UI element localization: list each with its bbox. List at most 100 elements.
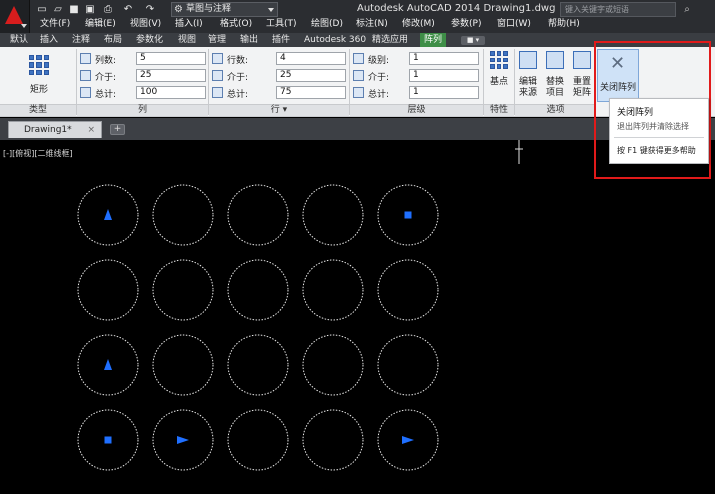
- menu-modify[interactable]: 修改(M): [402, 18, 435, 31]
- rectangular-array-button[interactable]: 矩形: [14, 53, 64, 101]
- column-spacing-icon: [80, 70, 91, 81]
- row-total-label: 总计:: [227, 90, 249, 100]
- panel-footer-options: 选项: [515, 104, 596, 116]
- rows-icon: [212, 53, 223, 64]
- column-total-row: 总计: 100: [80, 86, 206, 100]
- application-menu-button[interactable]: [0, 0, 30, 33]
- tab-array[interactable]: 阵列: [420, 33, 446, 47]
- reset-matrix-label-2: 矩阵: [572, 88, 591, 98]
- array-item-circle[interactable]: [152, 259, 214, 321]
- menu-bar: 文件(F) 编辑(E) 视图(V) 插入(I) 格式(O) 工具(T) 绘图(D…: [30, 17, 715, 33]
- tab-parametric[interactable]: 参数化: [134, 33, 165, 47]
- array-item-circle[interactable]: [302, 184, 364, 246]
- menu-parameters[interactable]: 参数(P): [451, 18, 481, 31]
- tab-annotate[interactable]: 注释: [70, 33, 92, 47]
- menu-format[interactable]: 格式(O): [220, 18, 252, 31]
- level-spacing-input[interactable]: 1: [409, 69, 479, 82]
- menu-help[interactable]: 帮助(H): [548, 18, 580, 31]
- close-icon[interactable]: ×: [87, 122, 95, 138]
- edit-source-label-1: 编辑: [518, 77, 537, 87]
- chevron-down-icon: [268, 8, 274, 12]
- array-item-circle[interactable]: [227, 259, 289, 321]
- array-item-circle[interactable]: [152, 184, 214, 246]
- tab-insert[interactable]: 插入: [38, 33, 60, 47]
- columns-input[interactable]: 5: [136, 52, 206, 65]
- column-total-icon: [80, 87, 91, 98]
- column-total-input[interactable]: 100: [136, 86, 206, 99]
- open-file-icon[interactable]: ▱: [52, 4, 64, 15]
- new-tab-icon[interactable]: +: [110, 124, 125, 135]
- menu-edit[interactable]: 编辑(E): [85, 18, 116, 31]
- edit-source-button[interactable]: 编辑 来源: [516, 51, 540, 101]
- levels-input[interactable]: 1: [409, 52, 479, 65]
- array-item-circle[interactable]: [227, 334, 289, 396]
- base-point-button[interactable]: 基点: [485, 51, 513, 101]
- menu-tools[interactable]: 工具(T): [266, 18, 297, 31]
- array-drawing: [77, 140, 523, 471]
- column-spacing-label: 介于:: [95, 73, 117, 83]
- array-item-circle[interactable]: [227, 409, 289, 471]
- row-total-input[interactable]: 75: [276, 86, 346, 99]
- square-marker: [404, 211, 412, 219]
- tab-featured-apps[interactable]: 精选应用: [370, 33, 410, 47]
- reset-matrix-button[interactable]: 重置 矩阵: [570, 51, 594, 101]
- array-item-circle[interactable]: [377, 259, 439, 321]
- columns-row: 列数: 5: [80, 52, 206, 66]
- row-spacing-icon: [212, 70, 223, 81]
- rectangular-array-icon: [29, 55, 49, 75]
- array-item-circle[interactable]: [302, 334, 364, 396]
- array-item-circle[interactable]: [77, 259, 139, 321]
- menu-view[interactable]: 视图(V): [130, 18, 161, 31]
- tab-autodesk-360[interactable]: Autodesk 360: [302, 33, 368, 47]
- replace-item-button[interactable]: 替换 项目: [543, 51, 567, 101]
- edit-source-label-2: 来源: [518, 88, 537, 98]
- save-as-icon[interactable]: ▣: [84, 4, 96, 15]
- triangle-right-marker: [177, 436, 189, 444]
- tooltip-divider: [614, 137, 704, 138]
- tab-layout[interactable]: 布局: [102, 33, 124, 47]
- level-total-input[interactable]: 1: [409, 86, 479, 99]
- save-icon[interactable]: ■: [68, 4, 80, 15]
- search-input[interactable]: 键入关键字或短语: [560, 2, 676, 17]
- tab-home[interactable]: 默认: [8, 33, 30, 47]
- tab-plugins[interactable]: 插件: [270, 33, 292, 47]
- menu-insert[interactable]: 插入(I): [175, 18, 203, 31]
- row-spacing-input[interactable]: 25: [276, 69, 346, 82]
- tab-view[interactable]: 视图: [176, 33, 198, 47]
- ucs-crosshair-icon: [515, 140, 523, 164]
- panel-footer-properties: 特性: [484, 104, 514, 116]
- rows-input[interactable]: 4: [276, 52, 346, 65]
- level-spacing-label: 介于:: [368, 73, 390, 83]
- array-item-circle[interactable]: [152, 334, 214, 396]
- panel-footer-rows[interactable]: 行 ▾: [209, 104, 349, 116]
- menu-window[interactable]: 窗口(W): [497, 18, 531, 31]
- levels-row: 级别: 1: [353, 52, 479, 66]
- rectangular-array-label: 矩形: [29, 85, 48, 95]
- drawing-canvas[interactable]: [-][俯视][二维线框]: [0, 140, 715, 494]
- tab-output[interactable]: 输出: [238, 33, 260, 47]
- ribbon-toggle-icon[interactable]: ■ ▾: [461, 36, 485, 45]
- workspace-label: 草图与注释: [186, 4, 232, 14]
- document-tab-drawing1[interactable]: Drawing1* ×: [8, 121, 102, 138]
- redo-icon[interactable]: ↷: [144, 4, 156, 15]
- new-file-icon[interactable]: ▭: [36, 4, 48, 15]
- menu-dimension[interactable]: 标注(N): [356, 18, 388, 31]
- row-total-icon: [212, 87, 223, 98]
- tab-manage[interactable]: 管理: [206, 33, 228, 47]
- menu-draw[interactable]: 绘图(D): [311, 18, 343, 31]
- base-point-icon: [490, 51, 508, 69]
- triangle-up-marker: [104, 209, 112, 220]
- binoculars-search-icon[interactable]: ⌕: [680, 2, 694, 17]
- array-item-circle[interactable]: [302, 409, 364, 471]
- menu-file[interactable]: 文件(F): [40, 18, 70, 31]
- workspace-select[interactable]: ⚙ 草图与注释: [171, 2, 278, 17]
- array-item-circle[interactable]: [302, 259, 364, 321]
- undo-icon[interactable]: ↶: [122, 4, 134, 15]
- replace-item-icon: [546, 51, 564, 69]
- column-spacing-input[interactable]: 25: [136, 69, 206, 82]
- print-icon[interactable]: ⎙: [102, 4, 114, 15]
- array-item-circle[interactable]: [227, 184, 289, 246]
- array-item-circle[interactable]: [377, 334, 439, 396]
- reset-matrix-label-1: 重置: [572, 77, 591, 87]
- level-total-row: 总计: 1: [353, 86, 479, 100]
